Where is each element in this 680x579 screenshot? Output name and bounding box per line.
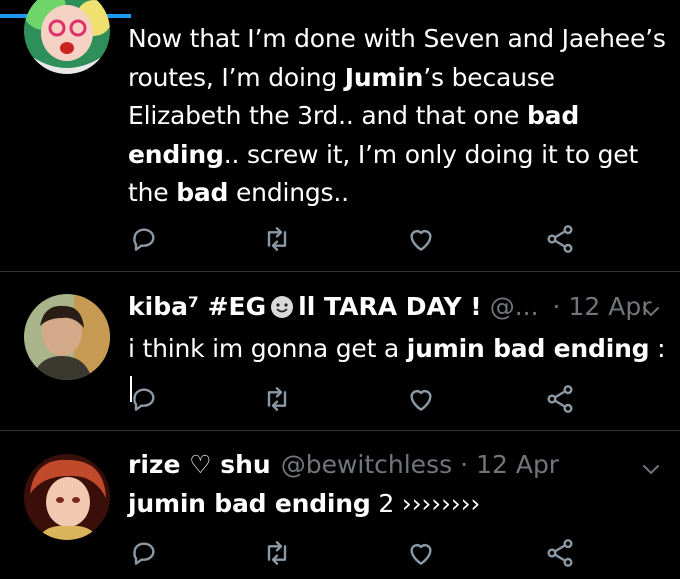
- heart-icon[interactable]: [405, 223, 437, 255]
- text-bold: bad: [176, 178, 229, 207]
- tweet-actions: [128, 383, 578, 415]
- reply-icon[interactable]: [128, 223, 160, 255]
- share-icon[interactable]: [544, 223, 576, 255]
- tweet-text: Now that I’m done with Seven and Jaehee’…: [128, 20, 668, 213]
- tweet-divider: [0, 430, 680, 431]
- tweet-actions: [128, 537, 578, 569]
- avatar-anime-image: [24, 454, 110, 540]
- tweet-header: kiba⁷ #EG ll TARA DAY ! @... · 12 Apr: [128, 292, 652, 321]
- timestamp[interactable]: 12 Apr: [569, 292, 652, 321]
- display-name[interactable]: kiba⁷ #EG: [128, 292, 266, 321]
- display-name-tail[interactable]: ll TARA DAY !: [298, 292, 482, 321]
- chevron-down-icon[interactable]: [641, 462, 661, 476]
- text-bold: jumin bad ending: [406, 334, 650, 363]
- text-bold: jumin bad ending: [128, 489, 371, 518]
- retweet-icon[interactable]: [261, 223, 293, 255]
- reply-icon[interactable]: [128, 537, 160, 569]
- retweet-icon[interactable]: [261, 537, 293, 569]
- avatar-photo-image: [24, 294, 110, 380]
- handle[interactable]: @...: [490, 292, 539, 321]
- avatar-anime-image: [24, 0, 110, 74]
- display-name[interactable]: rize ♡ shu: [128, 450, 271, 479]
- share-icon[interactable]: [544, 383, 576, 415]
- separator-dot: ·: [552, 292, 561, 321]
- chevron-down-icon[interactable]: [641, 304, 661, 318]
- text-span: 2 ››››››››: [370, 489, 481, 518]
- retweet-icon[interactable]: [261, 383, 293, 415]
- avatar[interactable]: [24, 294, 110, 380]
- tweet-divider: [0, 271, 680, 272]
- tweet-actions: [128, 223, 578, 255]
- smiley-emoji-icon: [271, 295, 294, 318]
- text-span: :: [649, 334, 666, 363]
- text-span: endings..: [228, 178, 349, 207]
- text-bold: Jumin: [344, 62, 424, 92]
- text-span: i think im gonna get a: [128, 334, 407, 363]
- avatar[interactable]: [24, 0, 110, 74]
- timestamp[interactable]: 12 Apr: [476, 450, 559, 479]
- tweet-text: jumin bad ending 2 ››››››››: [128, 485, 668, 524]
- heart-icon[interactable]: [405, 383, 437, 415]
- share-icon[interactable]: [544, 537, 576, 569]
- tweet-header: rize ♡ shu @bewitchless · 12 Apr: [128, 450, 559, 479]
- avatar[interactable]: [24, 454, 110, 540]
- handle[interactable]: @bewitchless: [281, 450, 452, 479]
- separator-dot: ·: [460, 450, 469, 479]
- reply-icon[interactable]: [128, 383, 160, 415]
- heart-icon[interactable]: [405, 537, 437, 569]
